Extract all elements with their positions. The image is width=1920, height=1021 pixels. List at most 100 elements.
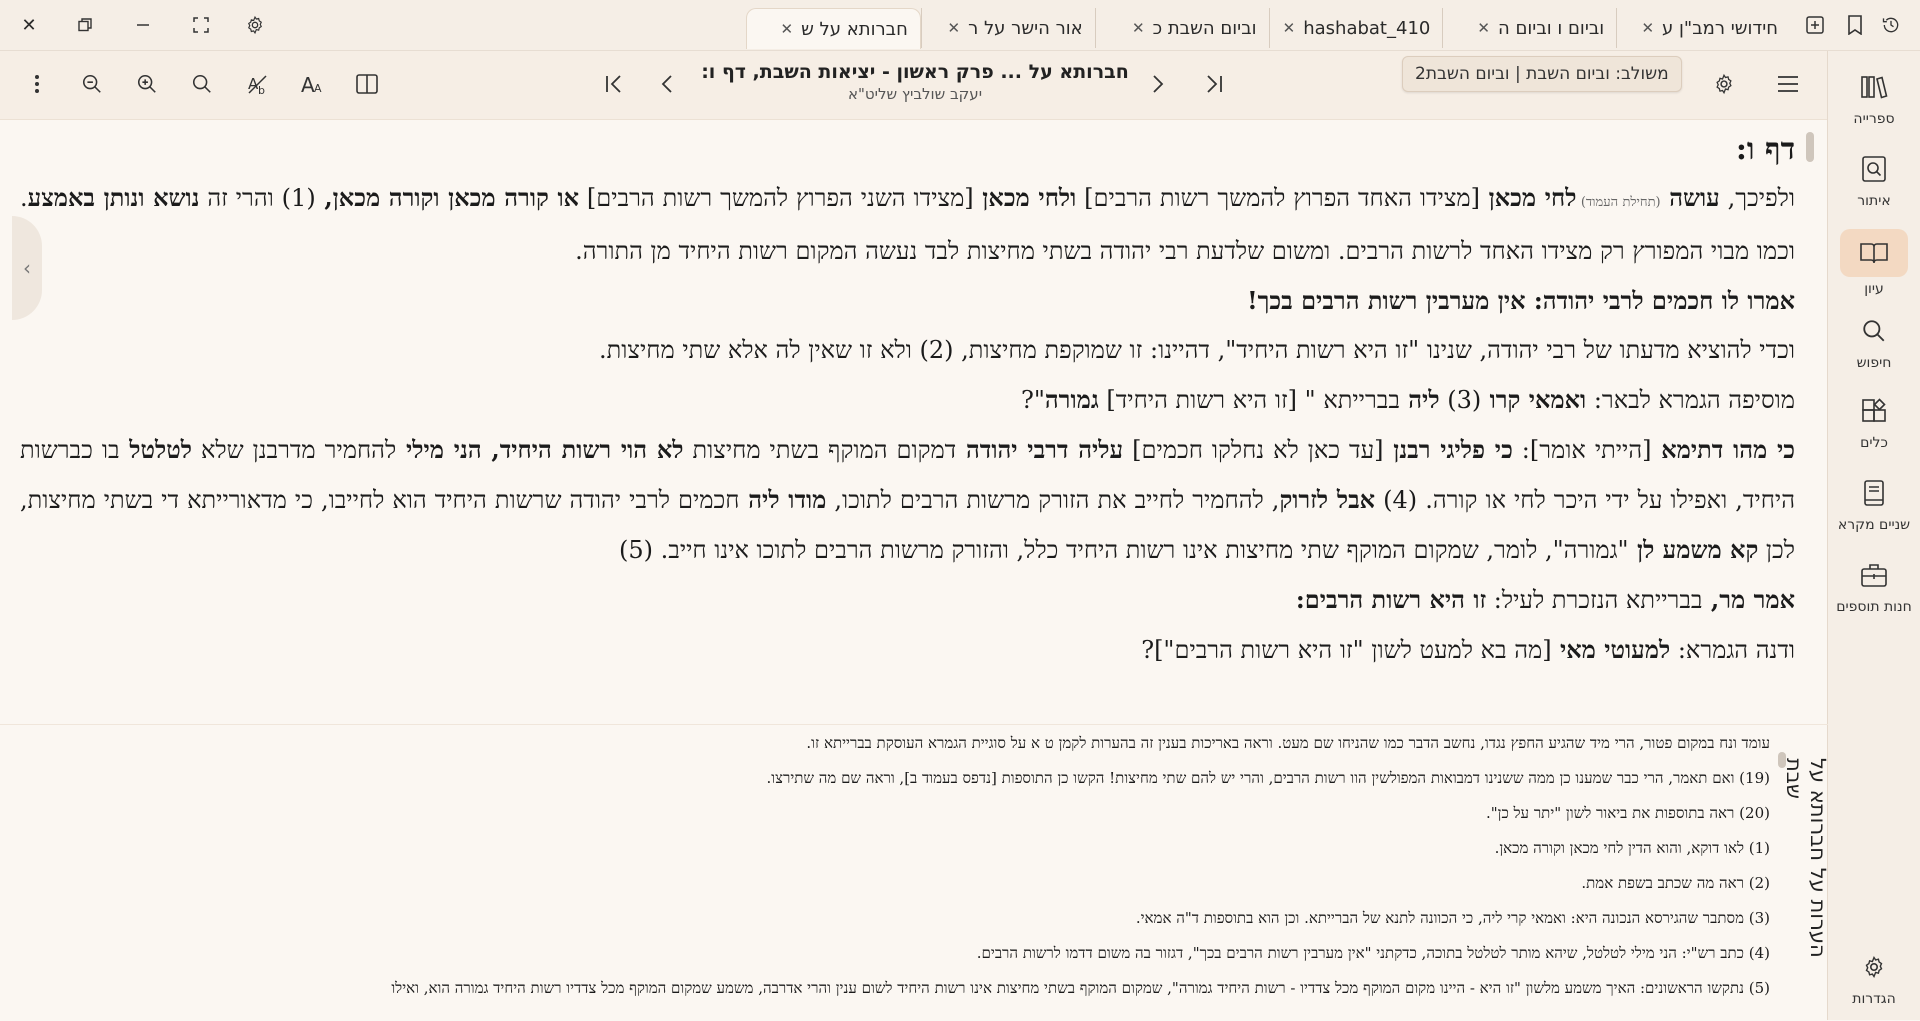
sidebar-label: איתור <box>1857 193 1891 209</box>
text-segment: , להחמיר לחייב את הזורק מרשות הרבים לתוכ… <box>826 486 1280 514</box>
zoom-in-icon <box>137 74 156 93</box>
tab-2[interactable]: hashabat_410 ✕ <box>1268 8 1443 48</box>
notes-pane: עומד ונח במקום פטור, הרי מיד שהגיע החפץ … <box>20 726 1770 1020</box>
app-settings-button[interactable] <box>238 8 272 42</box>
previous-page-button[interactable] <box>649 66 685 102</box>
text-scrollbar-thumb[interactable] <box>1806 132 1814 162</box>
sidebar-label: עיון <box>1864 281 1884 297</box>
kebab-menu-icon <box>35 75 39 93</box>
text-segment: [עד כאן לא נחלקו חכמים] <box>1123 436 1384 464</box>
sidebar-item-library[interactable]: ספרייה <box>1828 63 1920 141</box>
text-segment: [מה בא למעט לשון "זו היא רשות הרבים"]? <box>1141 636 1552 664</box>
search-in-text-button[interactable] <box>184 66 220 102</box>
zoom-in-button[interactable] <box>129 66 165 102</box>
sidebar-label: שניים מקרא <box>1837 517 1911 533</box>
locate-icon <box>1854 149 1894 189</box>
footnote-item: (5) נתקשו הראשונים: האיך משמע מלשון "זו … <box>391 979 1770 997</box>
text-segment: ודנה הגמרא: <box>1670 636 1795 664</box>
gear-icon <box>1854 947 1894 987</box>
library-icon <box>1854 67 1894 107</box>
new-tab-button[interactable] <box>1798 8 1832 42</box>
remove-nikud-button[interactable]: Ab <box>239 66 275 102</box>
text-settings-button[interactable] <box>1706 66 1742 102</box>
text-segment: ולפיכך, <box>1719 184 1795 212</box>
store-icon <box>1854 555 1894 595</box>
split-view-button[interactable] <box>349 66 385 102</box>
tab-1[interactable]: וביום ו וביום ה ✕ <box>1442 8 1616 48</box>
tab-close-icon[interactable]: ✕ <box>1477 19 1490 37</box>
minimize-icon <box>137 24 149 26</box>
tab-3[interactable]: וביום השבת כ ✕ <box>1094 8 1269 48</box>
chevron-right-icon <box>1153 75 1164 93</box>
sidebar-item-tools[interactable]: כלים <box>1828 387 1920 465</box>
text-segment: דמקום המוקף בשתי מחיצות <box>683 436 957 464</box>
sidebar-item-plugin-store[interactable]: חנות תוספים <box>1828 551 1920 629</box>
text-paragraph: מוסיפה הגמרא לבאר: ואמאי קרו (3) ליה בבר… <box>20 375 1795 425</box>
tab-0[interactable]: חידושי רמב"ן ע ✕ <box>1616 8 1790 48</box>
tab-4[interactable]: אור הישר על ר ✕ <box>920 8 1095 48</box>
sidebar-item-search[interactable]: חיפוש <box>1828 307 1920 385</box>
last-page-button[interactable] <box>1196 66 1232 102</box>
text-segment: להחמיר מדרבנן שלא <box>191 436 397 464</box>
bold-text-segment: לטלטל <box>119 435 192 464</box>
notes-divider[interactable] <box>0 724 1828 725</box>
tab-label: hashabat_410 <box>1303 17 1431 39</box>
tab-label: חידושי רמב"ן ע <box>1662 17 1778 39</box>
next-page-button[interactable] <box>1140 66 1176 102</box>
text-segment: וכדי להוציא מדעתו של רבי יהודה, שנינו "ז… <box>599 336 1795 364</box>
first-page-button[interactable] <box>596 66 632 102</box>
hamburger-menu-icon <box>1778 76 1798 92</box>
footnote-item: (20) ראה בתוספות את ביאור לשון "יתר על כ… <box>1485 804 1770 822</box>
bold-text-segment: נושא ונותן באמצע <box>27 183 200 212</box>
bold-text-segment: לחי מכאן <box>1479 183 1577 212</box>
tab-5-active[interactable]: חברותא על ש ✕ <box>746 8 921 49</box>
tools-icon <box>1854 391 1894 431</box>
bold-text-segment: עושה <box>1660 183 1720 212</box>
text-segment: מוסיפה הגמרא לבאר: <box>1586 386 1795 414</box>
text-segment: (3) <box>1439 386 1482 414</box>
tab-close-icon[interactable]: ✕ <box>1132 19 1145 37</box>
sidebar-item-shnayim-mikra[interactable]: שניים מקרא <box>1828 469 1920 547</box>
title-bar: ✕ חידושי רמב"ן ע ✕ וביום ו וביום ה ✕ has… <box>0 0 1920 51</box>
text-paragraph: ודנה הגמרא: למעוטי מאי [מה בא למעט לשון … <box>20 625 1795 675</box>
bold-text-segment: או קורה מכאן וקורה מכאן, <box>315 183 580 212</box>
bold-text-segment: מודו ליה <box>739 485 827 514</box>
notes-pane-title: הערות על חברותא על שבת <box>1782 758 1830 958</box>
close-window-button[interactable]: ✕ <box>12 8 46 42</box>
tab-close-icon[interactable]: ✕ <box>1283 19 1296 37</box>
tab-close-icon[interactable]: ✕ <box>1641 19 1654 37</box>
sidebar-item-settings[interactable]: הגדרות <box>1828 943 1920 1021</box>
bold-text-segment: ואמאי קרו <box>1481 385 1587 414</box>
bold-text-segment: קא משמע לן <box>1628 535 1759 564</box>
history-icon[interactable] <box>1874 8 1908 42</box>
tab-strip: חידושי רמב"ן ע ✕ וביום ו וביום ה ✕ hasha… <box>746 4 1790 50</box>
restore-icon <box>78 18 92 32</box>
bold-text-segment: גמורה <box>1044 385 1099 414</box>
collapse-panel-button[interactable]: ‹ <box>12 216 42 320</box>
bold-text-segment: למעוטי מאי <box>1551 635 1671 664</box>
bold-text-segment: אמר מר, <box>1702 585 1795 614</box>
footnote-item: (19) ואם תאמר, הרי כבר שמענו כן ממה ששני… <box>766 769 1770 787</box>
tab-label: וביום השבת כ <box>1152 17 1257 39</box>
text-segment: (1) והרי זה <box>199 184 316 212</box>
sidebar-label: חיפוש <box>1856 355 1892 371</box>
restore-window-button[interactable] <box>68 8 102 42</box>
minimize-window-button[interactable] <box>126 8 160 42</box>
tab-close-icon[interactable]: ✕ <box>947 19 960 37</box>
more-options-button[interactable] <box>19 66 55 102</box>
sidebar-label: הגדרות <box>1852 991 1896 1007</box>
font-size-button[interactable]: AA <box>294 66 330 102</box>
tab-close-icon[interactable]: ✕ <box>780 20 793 38</box>
add-tab-icon <box>1806 16 1824 34</box>
menu-button[interactable] <box>1770 66 1806 102</box>
sidebar-item-study[interactable]: עיון <box>1828 225 1920 303</box>
sidebar-label: ספרייה <box>1853 111 1895 127</box>
sidebar-item-locate[interactable]: איתור <box>1828 145 1920 223</box>
svg-text:b: b <box>258 84 265 96</box>
bookmark-icon[interactable] <box>1838 8 1872 42</box>
bold-text-segment: אין מערבין רשות הרבים בכך! <box>1247 286 1526 315</box>
zoom-out-button[interactable] <box>74 66 110 102</box>
tab-tooltip: משולב: וביום השבת | וביום השבת2 <box>1402 56 1682 92</box>
footnote-item: עומד ונח במקום פטור, הרי מיד שהגיע החפץ … <box>806 734 1770 752</box>
fullscreen-button[interactable] <box>184 8 218 42</box>
